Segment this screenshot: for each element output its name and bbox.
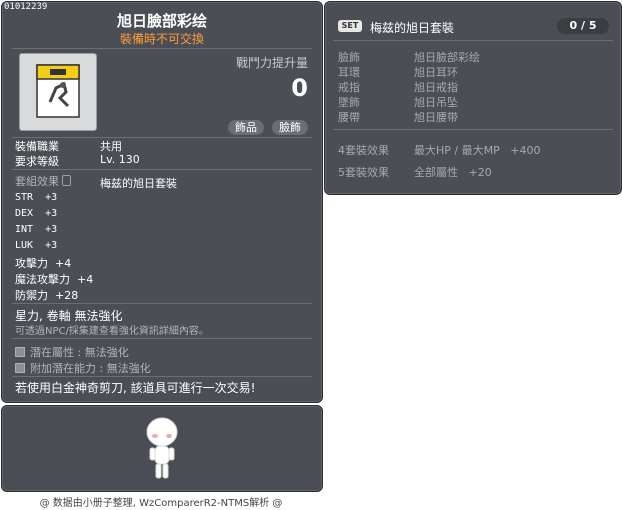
face-paint-icon (36, 64, 80, 118)
set-effect-label-text: 套組效果 (15, 175, 59, 188)
job-value: 共用 (100, 140, 122, 153)
set-part-item: 旭日腰带 (414, 111, 458, 124)
lock-icon (62, 175, 71, 186)
stat-row: STR +3 (15, 192, 58, 203)
set-part-slot: 墜飾 (338, 96, 360, 109)
scissors-note: 若使用白金神奇剪刀, 該道具可進行一次交易! (15, 381, 256, 395)
divider (333, 40, 613, 41)
potential-row: 潛在屬性 : 無法強化 (15, 344, 129, 360)
item-tooltip: 01012239 旭日臉部彩绘 裝備時不可交換 戰鬥力提升量 0 飾品 臉飾 裝… (1, 1, 323, 403)
set-part-item: 旭日戒指 (414, 81, 458, 94)
set-part-item: 旭日臉部彩绘 (414, 51, 480, 64)
npc-note: 可透過NPC/採集建查看強化資訊詳細內容。 (15, 326, 209, 337)
set-part-item: 旭日耳环 (414, 66, 458, 79)
combat-power-label: 戰鬥力提升量 (235, 56, 308, 70)
set-part-slot: 耳環 (338, 66, 360, 79)
tag-accessory: 飾品 (228, 120, 264, 135)
trade-note: 裝備時不可交換 (119, 32, 204, 46)
set-name: 梅兹的旭日套裝 (370, 21, 455, 35)
stat-row: 防禦力 +28 (15, 289, 79, 302)
stat-row: 攻擊力 +4 (15, 257, 72, 270)
job-label: 裝備職業 (15, 140, 59, 153)
character-avatar (146, 417, 178, 479)
level-label: 要求等級 (15, 155, 59, 168)
character-preview (1, 405, 323, 492)
set-effect-4-label: 4套裝效果 (338, 144, 389, 157)
divider (333, 129, 613, 130)
item-name: 旭日臉部彩绘 (116, 12, 207, 30)
set-effect-5-stat: 全部屬性 +20 (414, 166, 492, 179)
stat-row: INT +3 (15, 224, 58, 235)
item-icon (19, 53, 97, 131)
set-effect-5-label: 5套裝效果 (338, 166, 389, 179)
divider (12, 48, 312, 49)
set-tooltip: SET 梅兹的旭日套裝 0 / 5 臉飾 旭日臉部彩绘 耳環 旭日耳环 戒指 旭… (324, 1, 622, 195)
set-part-slot: 臉飾 (338, 51, 360, 64)
set-part-slot: 腰帶 (338, 111, 360, 124)
set-effect-label[interactable]: 套組效果 (15, 173, 71, 189)
divider (12, 169, 312, 170)
combat-power-value: 0 (291, 74, 308, 102)
tag-face-accessory: 臉飾 (272, 120, 308, 135)
additional-potential-row: 附加潛在能力 : 無法強化 (15, 360, 151, 376)
stat-row: DEX +3 (15, 208, 58, 219)
set-badge: SET (338, 20, 362, 32)
additional-potential-icon (15, 363, 25, 373)
set-effect-value: 梅兹的旭日套裝 (100, 177, 177, 190)
divider (12, 338, 312, 339)
stat-row: 魔法攻擊力 +4 (15, 273, 94, 286)
potential-icon (15, 347, 25, 357)
divider (12, 376, 312, 377)
divider (12, 303, 312, 304)
set-effect-4-stat: 最大HP / 最大MP +400 (414, 144, 541, 157)
stat-row: LUK +3 (15, 240, 58, 251)
set-part-item: 旭日吊坠 (414, 96, 458, 109)
set-counter: 0 / 5 (557, 18, 609, 34)
level-value: Lv. 130 (100, 153, 140, 166)
set-part-slot: 戒指 (338, 81, 360, 94)
footer-credit: @ 数据由小册子整理, WzComparerR2-NTMS解析 @ (39, 498, 283, 509)
